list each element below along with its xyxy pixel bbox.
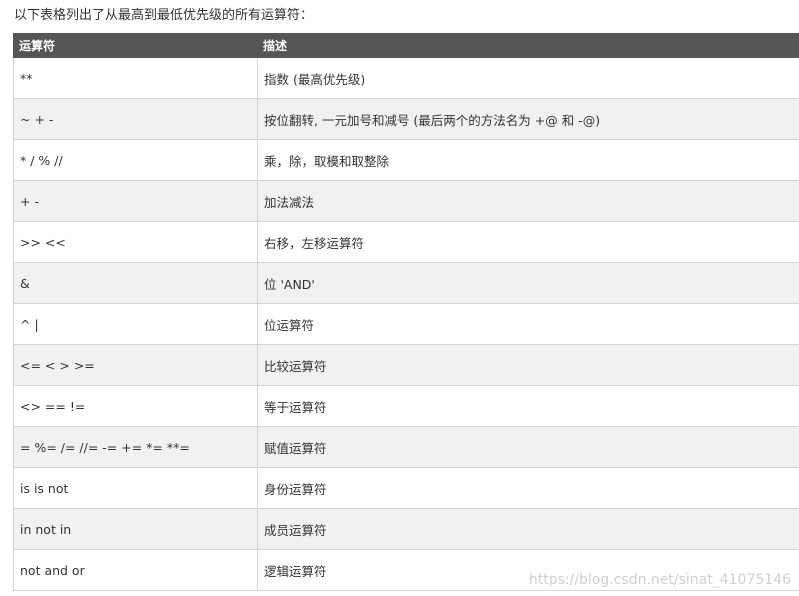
table-row: <= < > >= 比较运算符 bbox=[13, 344, 799, 386]
operator-precedence-table: 运算符 描述 ** 指数 (最高优先级) ~ + - 按位翻转, 一元加号和减号… bbox=[13, 33, 799, 591]
description-cell: 成员运算符 bbox=[257, 508, 799, 550]
description-cell: 加法减法 bbox=[257, 180, 799, 222]
table-row: + - 加法减法 bbox=[13, 180, 799, 222]
description-cell: 右移，左移运算符 bbox=[257, 221, 799, 263]
table-row: & 位 'AND' bbox=[13, 262, 799, 304]
description-cell: 赋值运算符 bbox=[257, 426, 799, 468]
watermark: https://blog.csdn.net/sinat_41075146 bbox=[528, 572, 791, 588]
table-row: <> == != 等于运算符 bbox=[13, 385, 799, 427]
column-header-description: 描述 bbox=[257, 33, 799, 58]
operator-cell: * / % // bbox=[13, 139, 258, 181]
column-header-operator: 运算符 bbox=[13, 33, 258, 58]
operator-cell: in not in bbox=[13, 508, 258, 550]
description-cell: 乘，除，取模和取整除 bbox=[257, 139, 799, 181]
operator-cell: = %= /= //= -= += *= **= bbox=[13, 426, 258, 468]
description-cell: 指数 (最高优先级) bbox=[257, 57, 799, 99]
operator-cell: is is not bbox=[13, 467, 258, 509]
operator-cell: ~ + - bbox=[13, 98, 258, 140]
description-cell: 等于运算符 bbox=[257, 385, 799, 427]
operator-cell: + - bbox=[13, 180, 258, 222]
table-row: ~ + - 按位翻转, 一元加号和减号 (最后两个的方法名为 +@ 和 -@) bbox=[13, 98, 799, 140]
operator-cell: <> == != bbox=[13, 385, 258, 427]
table-header-row: 运算符 描述 bbox=[13, 33, 799, 58]
intro-text: 以下表格列出了从最高到最低优先级的所有运算符： bbox=[14, 8, 314, 23]
description-cell: 位运算符 bbox=[257, 303, 799, 345]
operator-cell: ** bbox=[13, 57, 258, 99]
description-cell: 按位翻转, 一元加号和减号 (最后两个的方法名为 +@ 和 -@) bbox=[257, 98, 799, 140]
table-row: * / % // 乘，除，取模和取整除 bbox=[13, 139, 799, 181]
operator-cell: ^ | bbox=[13, 303, 258, 345]
operator-cell: <= < > >= bbox=[13, 344, 258, 386]
operator-cell: & bbox=[13, 262, 258, 304]
table-row: in not in 成员运算符 bbox=[13, 508, 799, 550]
table-row: >> << 右移，左移运算符 bbox=[13, 221, 799, 263]
table-row: ^ | 位运算符 bbox=[13, 303, 799, 345]
table-row: ** 指数 (最高优先级) bbox=[13, 57, 799, 99]
operator-cell: >> << bbox=[13, 221, 258, 263]
description-cell: 比较运算符 bbox=[257, 344, 799, 386]
description-cell: 身份运算符 bbox=[257, 467, 799, 509]
table-row: is is not 身份运算符 bbox=[13, 467, 799, 509]
description-cell: 位 'AND' bbox=[257, 262, 799, 304]
operator-cell: not and or bbox=[13, 549, 258, 591]
table-row: = %= /= //= -= += *= **= 赋值运算符 bbox=[13, 426, 799, 468]
